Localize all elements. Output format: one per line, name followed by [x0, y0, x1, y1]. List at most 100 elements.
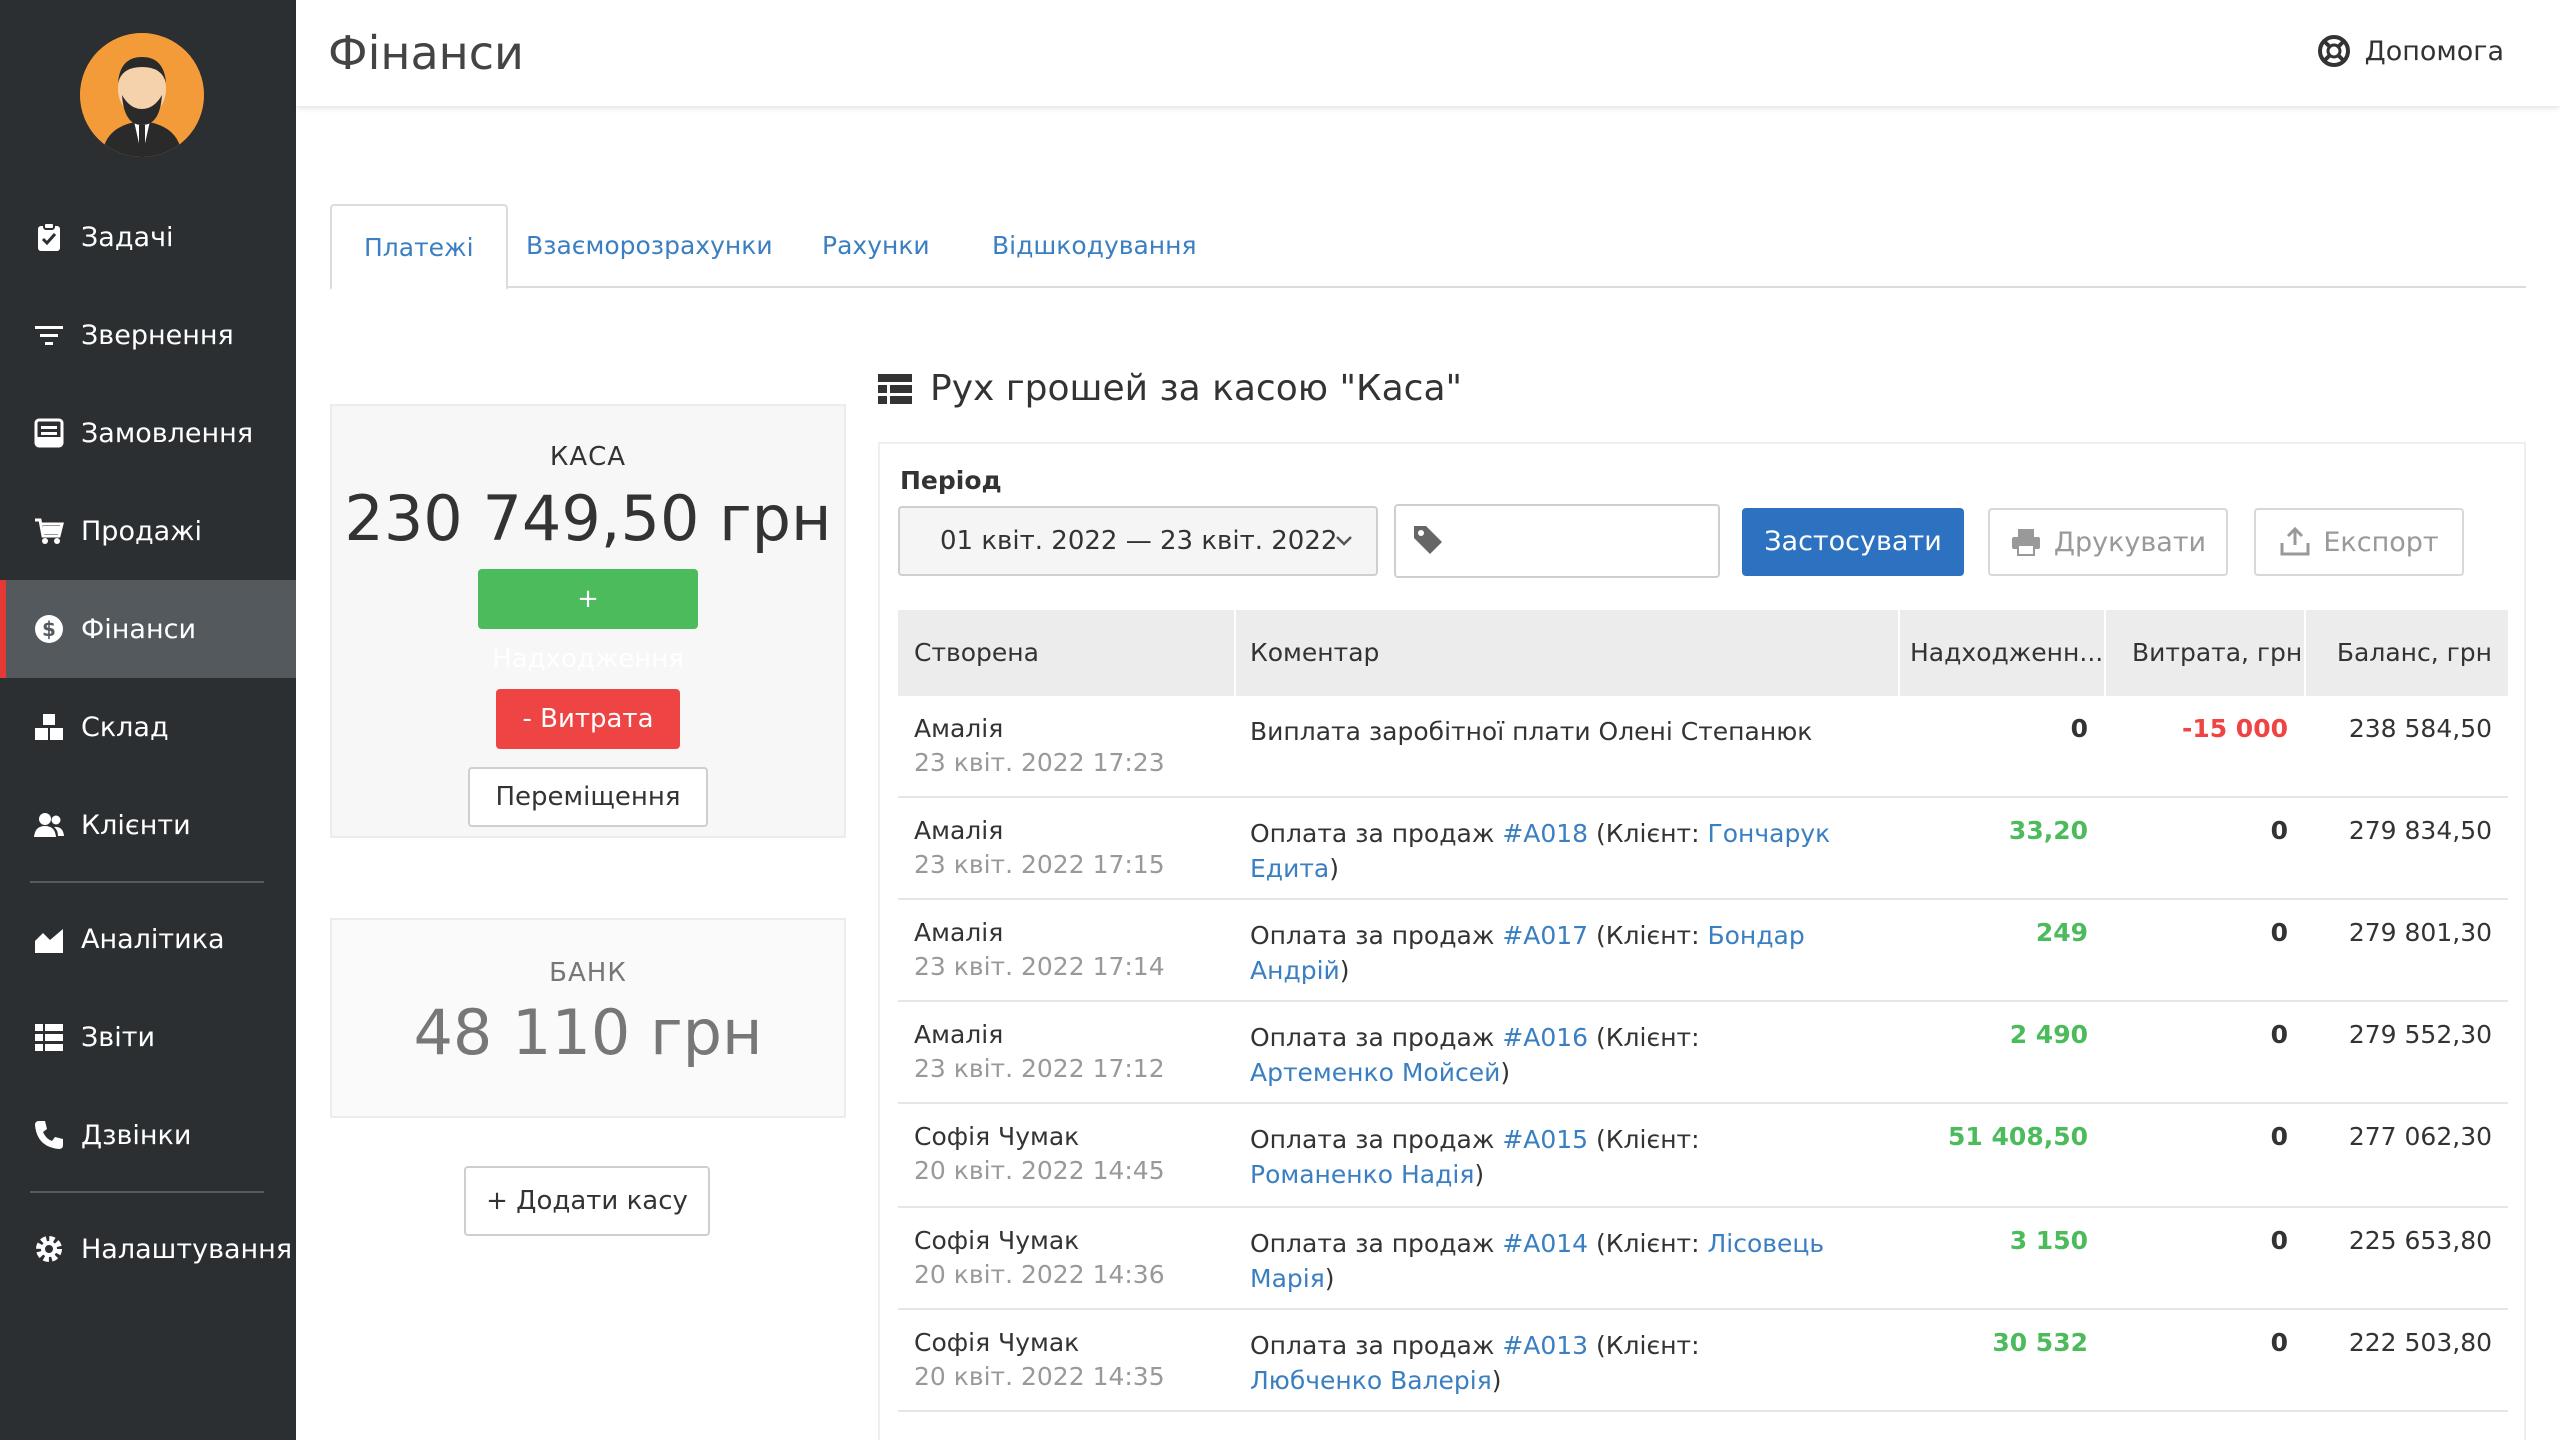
svg-text:$: $	[42, 617, 56, 641]
sidebar-item-label: Налаштування	[81, 1233, 293, 1265]
sidebar-item-label: Звернення	[81, 319, 234, 351]
row-date: 20 квіт. 2022 14:36	[914, 1260, 1165, 1289]
client-link[interactable]: Романенко Надія	[1250, 1160, 1474, 1189]
row-comment: Оплата за продаж #A017 (Клієнт: Бондар А…	[1250, 918, 1890, 988]
row-author: Амалія	[914, 714, 1004, 743]
row-author: Амалія	[914, 918, 1004, 947]
order-link[interactable]: #A018	[1502, 819, 1588, 848]
page-title: Фінанси	[328, 26, 524, 80]
section-title-text: Рух грошей за касою "Каса"	[930, 368, 1463, 409]
row-balance: 238 584,50	[2348, 714, 2492, 743]
sidebar-item-label: Склад	[81, 711, 169, 743]
order-link[interactable]: #A015	[1502, 1125, 1588, 1154]
comment-text: )	[1491, 1366, 1502, 1395]
comment-text: (Клієнт:	[1596, 1331, 1700, 1360]
clipboard-check-icon	[38, 222, 60, 251]
client-link[interactable]: Артеменко Мойсей	[1250, 1058, 1500, 1087]
order-link[interactable]: #A016	[1502, 1023, 1588, 1052]
row-balance: 279 552,30	[2348, 1020, 2492, 1049]
row-author: Софія Чумак	[914, 1226, 1080, 1255]
sidebar-item-analytics[interactable]: Аналітика	[0, 890, 296, 988]
user-avatar-icon	[80, 33, 204, 157]
sidebar-item-clients[interactable]: Клієнти	[0, 776, 296, 874]
export-button[interactable]: Експорт	[2254, 508, 2464, 576]
table-row[interactable]: Софія Чумак 20 квіт. 2022 14:36 Оплата з…	[898, 1208, 2508, 1310]
row-comment: Оплата за продаж #A015 (Клієнт: Романенк…	[1250, 1122, 1810, 1192]
table-row[interactable]: Амалія 23 квіт. 2022 17:14 Оплата за про…	[898, 900, 2508, 1002]
chevron-down-icon	[1336, 536, 1352, 546]
order-link[interactable]: #A014	[1502, 1229, 1588, 1258]
sidebar-item-label: Аналітика	[81, 923, 225, 955]
column-separator	[1898, 610, 1900, 696]
comment-text: )	[1500, 1058, 1511, 1087]
tab-payments[interactable]: Платежі	[330, 204, 508, 290]
table-row[interactable]: Амалія 23 квіт. 2022 17:15 Оплата за про…	[898, 798, 2508, 900]
row-income: 249	[2035, 918, 2088, 947]
column-header-income[interactable]: Надходженн...	[1910, 610, 2103, 696]
order-link[interactable]: #A013	[1502, 1331, 1588, 1360]
row-expense: 0	[2270, 1226, 2288, 1255]
sidebar-item-requests[interactable]: Звернення	[0, 286, 296, 384]
cash-card[interactable]: КАСА 230 749,50 грн + Надходження - Витр…	[330, 404, 846, 838]
sidebar-item-orders[interactable]: Замовлення	[0, 384, 296, 482]
tab-invoices[interactable]: Рахунки	[790, 204, 962, 288]
date-range-value: 01 квіт. 2022 — 23 квіт. 2022	[940, 526, 1338, 556]
comment-text: (Клієнт:	[1596, 1023, 1700, 1052]
sidebar-item-tasks[interactable]: Задачі	[0, 188, 296, 286]
avatar[interactable]	[80, 33, 204, 157]
tab-settlements[interactable]: Взаєморозрахунки	[494, 204, 805, 288]
sidebar-item-label: Продажі	[81, 515, 202, 547]
row-date: 23 квіт. 2022 17:14	[914, 952, 1165, 981]
table-row[interactable]: Софія Чумак 20 квіт. 2022 14:35 Оплата з…	[898, 1310, 2508, 1412]
export-icon	[2280, 527, 2310, 556]
row-expense: -15 000	[2181, 714, 2288, 743]
help-link[interactable]: Допомога	[2317, 34, 2504, 68]
tag-filter-input[interactable]	[1394, 504, 1720, 578]
row-expense: 0	[2270, 918, 2288, 947]
tab-refunds[interactable]: Відшкодування	[960, 204, 1229, 288]
comment-text: (Клієнт:	[1596, 819, 1700, 848]
table-row[interactable]: Софія Чумак 20 квіт. 2022 14:45 Оплата з…	[898, 1104, 2508, 1208]
row-income: 3 150	[2009, 1226, 2088, 1255]
transfer-button[interactable]: Переміщення	[468, 767, 708, 827]
sidebar-item-label: Фінанси	[81, 613, 196, 645]
bank-card[interactable]: БАНК 48 110 грн	[330, 918, 846, 1118]
column-header-created[interactable]: Створена	[914, 610, 1039, 696]
print-button[interactable]: Друкувати	[1988, 508, 2228, 576]
table-row[interactable]: Амалія 23 квіт. 2022 17:12 Оплата за про…	[898, 1002, 2508, 1104]
sidebar-item-sales[interactable]: Продажі	[0, 482, 296, 580]
date-range-select[interactable]: 01 квіт. 2022 — 23 квіт. 2022	[898, 506, 1378, 576]
column-header-expense[interactable]: Витрата, грн	[2132, 610, 2302, 696]
sidebar-item-settings[interactable]: Налаштування	[0, 1200, 296, 1298]
phone-icon	[35, 1121, 63, 1149]
column-separator	[1234, 610, 1236, 696]
comment-text: )	[1329, 854, 1339, 883]
sidebar-item-label: Звіти	[81, 1021, 155, 1053]
income-button[interactable]: + Надходження	[478, 569, 698, 674]
sidebar-item-label: Дзвінки	[81, 1119, 192, 1151]
row-date: 23 квіт. 2022 17:12	[914, 1054, 1165, 1083]
expense-button[interactable]: - Витрата	[496, 689, 680, 749]
client-link[interactable]: Любченко Валерія	[1250, 1366, 1492, 1395]
sidebar-item-calls[interactable]: Дзвінки	[0, 1086, 296, 1184]
row-comment: Оплата за продаж #A016 (Клієнт: Артеменк…	[1250, 1020, 1810, 1090]
sidebar-item-finance[interactable]: $ Фінанси	[0, 580, 296, 678]
row-author: Амалія	[914, 816, 1004, 845]
add-cash-button[interactable]: + Додати касу	[464, 1166, 710, 1236]
period-label: Період	[900, 466, 1002, 495]
apply-button[interactable]: Застосувати	[1742, 508, 1964, 576]
row-date: 20 квіт. 2022 14:35	[914, 1362, 1165, 1391]
table-header: Створена Коментар Надходженн... Витрата,…	[898, 610, 2508, 696]
row-date: 23 квіт. 2022 17:23	[914, 748, 1165, 777]
comment-text: )	[1324, 1264, 1335, 1293]
column-header-balance[interactable]: Баланс, грн	[2337, 610, 2492, 696]
sidebar-item-warehouse[interactable]: Склад	[0, 678, 296, 776]
sidebar-item-reports[interactable]: Звіти	[0, 988, 296, 1086]
order-list-icon	[34, 418, 64, 448]
row-date: 20 квіт. 2022 14:45	[914, 1156, 1165, 1185]
table-row[interactable]: Амалія 23 квіт. 2022 17:23 Виплата зароб…	[898, 696, 2508, 798]
row-comment: Оплата за продаж #A014 (Клієнт: Лісовець…	[1250, 1226, 1890, 1296]
column-header-comment[interactable]: Коментар	[1250, 610, 1379, 696]
users-icon	[34, 813, 64, 837]
order-link[interactable]: #A017	[1502, 921, 1588, 950]
